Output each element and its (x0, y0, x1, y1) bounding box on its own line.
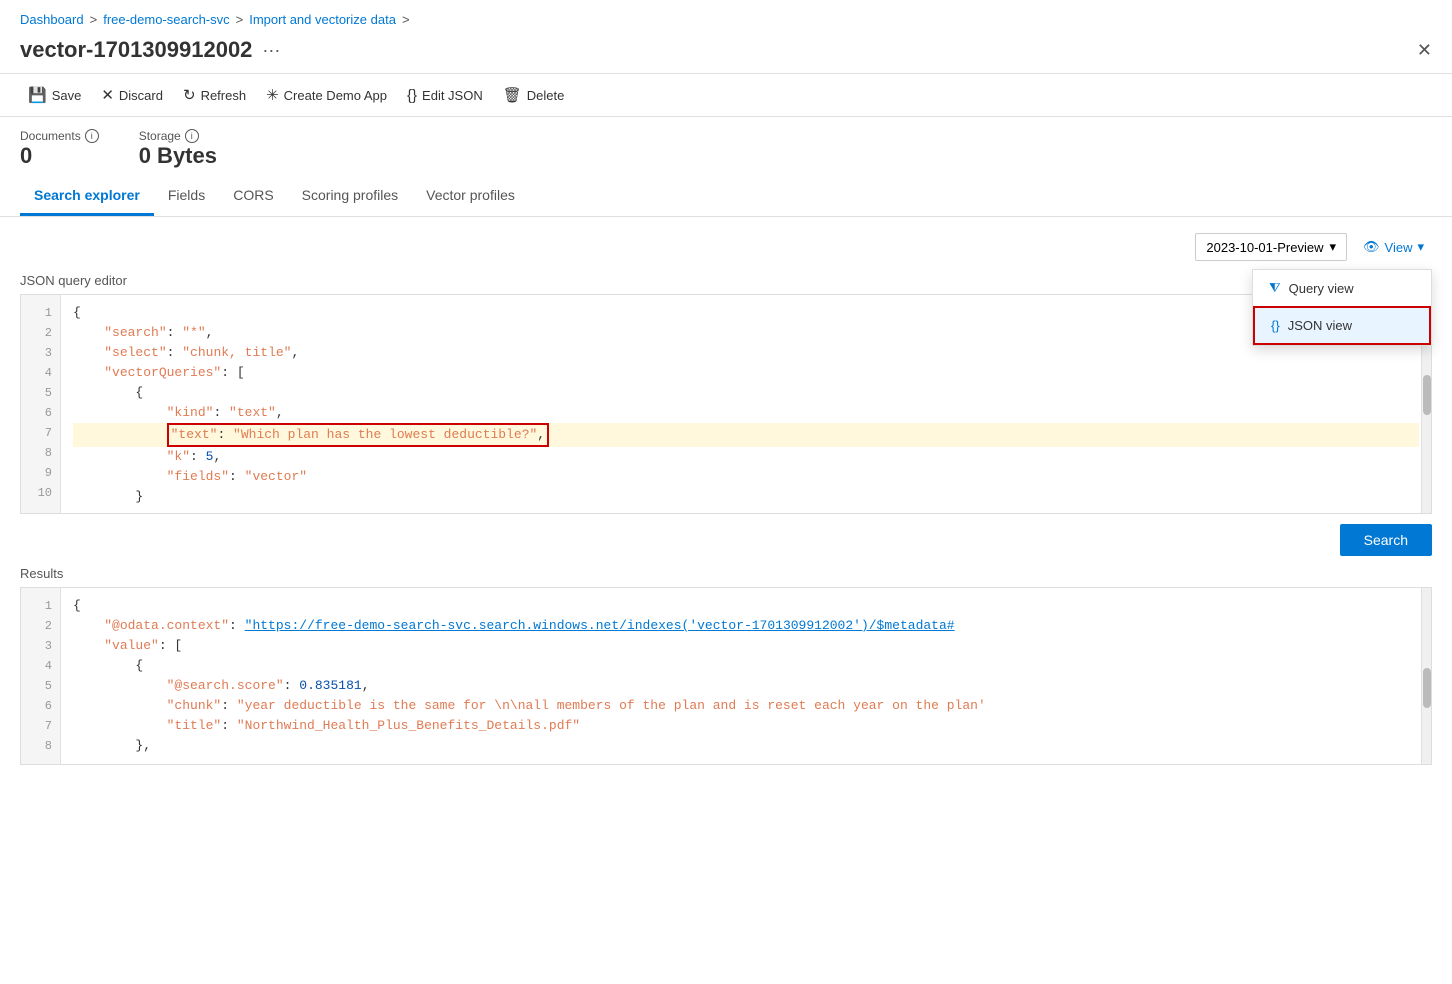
code-line-10: } (73, 487, 1419, 507)
code-line-8: "k": 5, (73, 447, 1419, 467)
result-line-7: "title": "Northwind_Health_Plus_Benefits… (73, 716, 1419, 736)
stats-bar: Documents i 0 Storage i 0 Bytes (0, 117, 1452, 177)
filter-icon: ⧨ (1269, 280, 1281, 296)
refresh-button[interactable]: ↻ Refresh (175, 82, 254, 108)
breadcrumb-service[interactable]: free-demo-search-svc (103, 12, 229, 27)
save-button[interactable]: 💾 Save (20, 82, 89, 108)
view-controls: 2023-10-01-Preview ▾ 👁 View ▾ (20, 233, 1432, 261)
result-line-3: "value": [ (73, 636, 1419, 656)
results-content: { "@odata.context": "https://free-demo-s… (61, 588, 1431, 764)
demo-app-icon: ✳ (266, 86, 279, 104)
tab-vector-profiles[interactable]: Vector profiles (412, 177, 529, 216)
odata-url[interactable]: "https://free-demo-search-svc.search.win… (245, 618, 955, 633)
code-line-9: "fields": "vector" (73, 467, 1419, 487)
tab-scoring-profiles[interactable]: Scoring profiles (288, 177, 413, 216)
search-button[interactable]: Search (1340, 524, 1432, 556)
code-line-2: "search": "*", (73, 323, 1419, 343)
delete-icon: 🗑 (503, 86, 522, 104)
view-chevron-icon: ▾ (1417, 239, 1424, 255)
storage-info-icon: i (185, 129, 199, 143)
breadcrumb: Dashboard > free-demo-search-svc > Impor… (0, 0, 1452, 33)
code-line-7: "text": "Which plan has the lowest deduc… (73, 423, 1419, 447)
results-editor[interactable]: 1 2 3 4 5 6 7 8 { "@odata.context": "htt… (20, 587, 1432, 765)
view-dropdown-button[interactable]: 👁 View ▾ (1355, 233, 1432, 261)
api-version-dropdown[interactable]: 2023-10-01-Preview ▾ (1195, 233, 1347, 261)
result-line-2: "@odata.context": "https://free-demo-sea… (73, 616, 1419, 636)
json-view-option[interactable]: {} JSON view (1253, 306, 1431, 345)
search-button-row: Search (20, 524, 1432, 556)
documents-info-icon: i (85, 129, 99, 143)
more-options-button[interactable]: ··· (262, 40, 280, 61)
tab-search-explorer[interactable]: Search explorer (20, 177, 154, 216)
query-view-option[interactable]: ⧨ Query view (1253, 270, 1431, 306)
view-icon: 👁 (1363, 239, 1380, 255)
tabs: Search explorer Fields CORS Scoring prof… (0, 177, 1452, 217)
code-line-6: "kind": "text", (73, 403, 1419, 423)
line-numbers: 1 2 3 4 5 6 7 8 9 10 (21, 295, 61, 514)
results-line-numbers: 1 2 3 4 5 6 7 8 (21, 588, 61, 764)
tab-cors[interactable]: CORS (219, 177, 287, 216)
code-line-3: "select": "chunk, title", (73, 343, 1419, 363)
breadcrumb-dashboard[interactable]: Dashboard (20, 12, 84, 27)
results-label: Results (20, 566, 1432, 581)
result-line-1: { (73, 596, 1419, 616)
code-line-4: "vectorQueries": [ (73, 363, 1419, 383)
code-content[interactable]: { "search": "*", "select": "chunk, title… (61, 295, 1431, 514)
json-editor[interactable]: 1 2 3 4 5 6 7 8 9 10 { "search": "*", "s… (20, 294, 1432, 514)
json-icon: {} (407, 87, 417, 104)
delete-button[interactable]: 🗑 Delete (495, 82, 573, 108)
breadcrumb-import[interactable]: Import and vectorize data (249, 12, 396, 27)
view-dropdown-menu: ⧨ Query view {} JSON view (1252, 269, 1432, 346)
code-line-5: { (73, 383, 1419, 403)
results-section: Results 1 2 3 4 5 6 7 8 { "@odata.contex… (20, 566, 1432, 765)
chevron-down-icon: ▾ (1329, 239, 1336, 255)
discard-icon: ✕ (101, 86, 114, 104)
create-demo-app-button[interactable]: ✳ Create Demo App (258, 82, 395, 108)
toolbar: 💾 Save ✕ Discard ↻ Refresh ✳ Create Demo… (0, 73, 1452, 117)
storage-stat: Storage i 0 Bytes (139, 129, 217, 169)
edit-json-button[interactable]: {} Edit JSON (399, 83, 491, 108)
page-title: vector-1701309912002 (20, 37, 252, 63)
result-line-4: { (73, 656, 1419, 676)
tab-fields[interactable]: Fields (154, 177, 219, 216)
code-line-1: { (73, 303, 1419, 323)
refresh-icon: ↻ (183, 86, 196, 104)
results-scrollbar[interactable] (1421, 588, 1431, 764)
save-icon: 💾 (28, 86, 47, 104)
main-content: 2023-10-01-Preview ▾ 👁 View ▾ ⧨ Query vi… (0, 217, 1452, 781)
result-line-6: "chunk": "year deductible is the same fo… (73, 696, 1419, 716)
editor-label: JSON query editor (20, 273, 1432, 288)
result-line-8: }, (73, 736, 1419, 756)
discard-button[interactable]: ✕ Discard (93, 82, 171, 108)
close-button[interactable]: ✕ (1417, 40, 1432, 61)
title-bar: vector-1701309912002 ··· ✕ (0, 33, 1452, 73)
json-editor-section: JSON query editor 1 2 3 4 5 6 7 8 9 10 { (20, 273, 1432, 514)
result-line-5: "@search.score": 0.835181, (73, 676, 1419, 696)
documents-stat: Documents i 0 (20, 129, 99, 169)
braces-icon: {} (1271, 318, 1280, 333)
